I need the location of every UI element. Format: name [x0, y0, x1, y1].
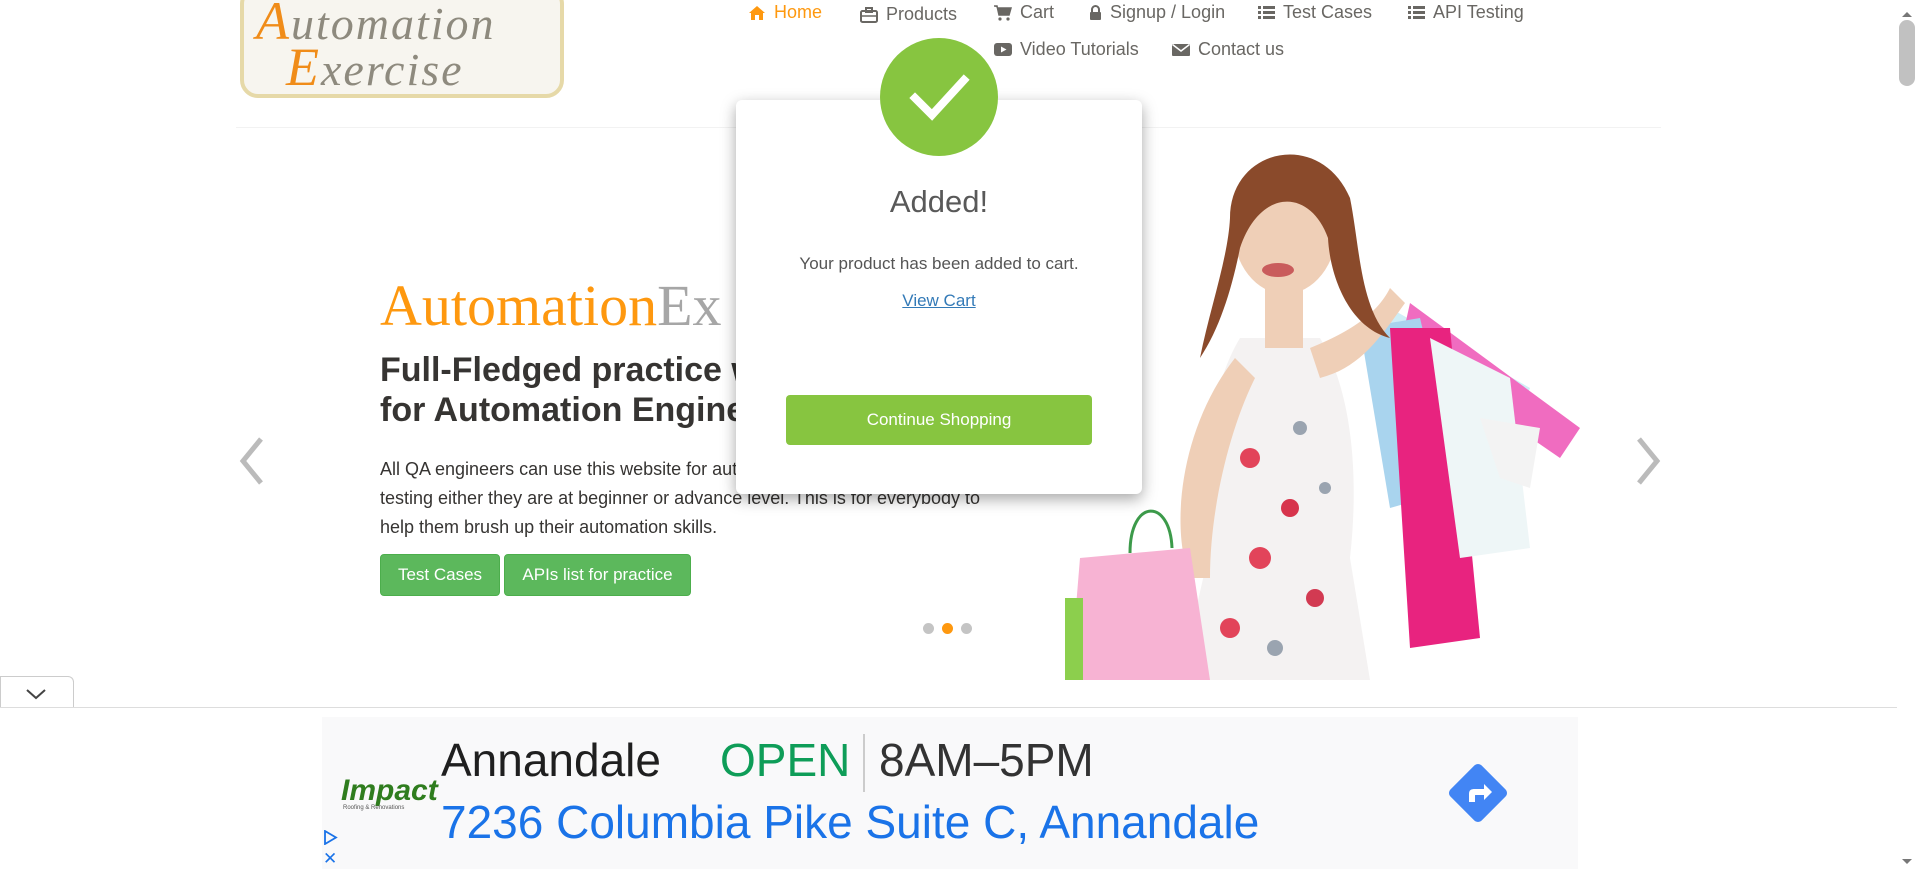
nav-products[interactable]: Products: [860, 4, 957, 25]
envelope-icon: [1172, 43, 1190, 57]
nav-test-cases[interactable]: Test Cases: [1258, 2, 1372, 23]
lock-icon: [1089, 4, 1102, 21]
nav-signup-login[interactable]: Signup / Login: [1089, 2, 1225, 23]
view-cart-link-wrap: View Cart: [736, 291, 1142, 311]
nav-home-label: Home: [774, 2, 823, 22]
ad-collapse-toggle[interactable]: [0, 676, 74, 709]
nav-video-tutorials[interactable]: Video Tutorials: [994, 39, 1139, 60]
scrollbar-thumb[interactable]: [1899, 20, 1915, 86]
ad-logo: Impact: [341, 774, 438, 807]
nav-api-testing-label: API Testing: [1433, 2, 1524, 22]
nav-contact-label: Contact us: [1198, 39, 1285, 59]
slider-next-arrow[interactable]: [1633, 435, 1663, 492]
directions-icon[interactable]: [1447, 762, 1509, 829]
apis-list-button[interactable]: APIs list for practice: [504, 554, 691, 596]
list-icon: [1258, 5, 1275, 20]
nav-products-label: Products: [886, 4, 958, 24]
slide-indicator-active[interactable]: [942, 623, 953, 634]
slider-prev-arrow[interactable]: [237, 435, 267, 492]
chevron-left-icon: [239, 437, 263, 485]
ad-close-icon[interactable]: ✕: [323, 850, 337, 867]
site-logo[interactable]: Automation Exercise: [240, 0, 564, 98]
nav-test-cases-label: Test Cases: [1283, 2, 1373, 22]
modal-message: Your product has been added to cart.: [799, 254, 1079, 273]
success-check-icon: [880, 38, 998, 156]
ad-separator: [863, 734, 865, 792]
ad-choices-icon[interactable]: [323, 829, 338, 850]
scroll-down-arrow-icon[interactable]: [1901, 853, 1913, 871]
nav-signup-label: Signup / Login: [1110, 2, 1226, 22]
slider-brand-title: AutomationEx: [380, 273, 722, 338]
cart-icon: [994, 4, 1012, 21]
nav-home[interactable]: Home: [748, 2, 822, 23]
ad-open-status: OPEN: [720, 734, 851, 786]
hero-shopping-woman-image: [1065, 154, 1580, 680]
slide-indicator[interactable]: [961, 623, 972, 634]
ad-hours: 8AM–5PM: [879, 734, 1094, 786]
list-icon: [1408, 5, 1425, 20]
ad-logo-subtitle: Roofing & Renovations: [343, 805, 405, 811]
nav-cart-label: Cart: [1020, 2, 1055, 22]
logo-line-2: Exercise: [286, 37, 464, 97]
chevron-right-icon: [1637, 437, 1661, 485]
nav-video-tutorials-label: Video Tutorials: [1020, 39, 1139, 59]
nav-contact-us[interactable]: Contact us: [1172, 39, 1284, 60]
slide-indicator[interactable]: [923, 623, 934, 634]
nav-cart[interactable]: Cart: [994, 2, 1054, 23]
continue-shopping-button[interactable]: Continue Shopping: [786, 395, 1092, 445]
nav-api-testing[interactable]: API Testing: [1408, 2, 1524, 23]
briefcase-icon: [860, 6, 878, 23]
chevron-down-icon: [26, 689, 46, 700]
modal-title: Added!: [889, 184, 989, 219]
view-cart-link[interactable]: View Cart: [902, 291, 975, 310]
home-icon: [748, 5, 766, 21]
ad-business-name: Annandale: [441, 734, 661, 786]
slider-indicators: [923, 623, 972, 634]
ad-address[interactable]: 7236 Columbia Pike Suite C, Annandale: [441, 795, 1259, 849]
test-cases-button[interactable]: Test Cases: [380, 554, 500, 596]
